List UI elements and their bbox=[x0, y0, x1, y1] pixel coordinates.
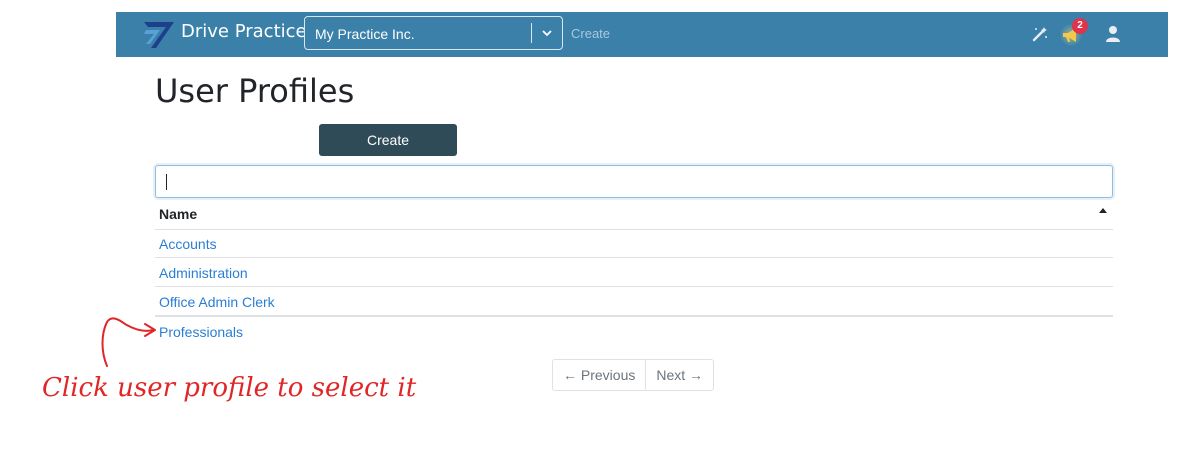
table-row[interactable]: Administration bbox=[155, 258, 1113, 287]
column-header-name[interactable]: Name bbox=[159, 206, 197, 222]
create-button[interactable]: Create bbox=[319, 124, 457, 156]
search-input[interactable] bbox=[155, 165, 1113, 198]
table-row[interactable]: Professionals bbox=[155, 316, 1113, 345]
chevron-down-icon[interactable] bbox=[541, 27, 553, 39]
pagination: ← Previous Next → bbox=[552, 359, 715, 391]
annotation-arrow-icon bbox=[101, 317, 156, 367]
top-navbar: Drive Practice My Practice Inc. Create 2 bbox=[116, 12, 1168, 57]
profile-link-accounts[interactable]: Accounts bbox=[159, 236, 217, 252]
profile-link-professionals[interactable]: Professionals bbox=[159, 324, 243, 340]
brand-name[interactable]: Drive Practice bbox=[181, 21, 307, 42]
nav-create-link[interactable]: Create bbox=[571, 26, 610, 41]
next-page-button[interactable]: Next → bbox=[646, 360, 713, 390]
table-row[interactable]: Accounts bbox=[155, 229, 1113, 258]
select-divider bbox=[531, 23, 532, 43]
magic-wand-icon[interactable] bbox=[1031, 25, 1049, 43]
annotation-note: Click user profile to select it bbox=[42, 373, 417, 403]
user-icon[interactable] bbox=[1105, 25, 1121, 43]
practice-select[interactable]: My Practice Inc. bbox=[304, 16, 563, 50]
sort-ascending-icon[interactable] bbox=[1099, 208, 1107, 213]
notification-badge: 2 bbox=[1072, 18, 1088, 34]
text-cursor bbox=[166, 174, 167, 190]
page-title: User Profiles bbox=[155, 72, 355, 110]
table-header: Name bbox=[155, 200, 1113, 230]
practice-select-value: My Practice Inc. bbox=[315, 26, 415, 42]
profile-link-office-admin-clerk[interactable]: Office Admin Clerk bbox=[159, 294, 275, 310]
notifications-button[interactable]: 2 bbox=[1058, 18, 1092, 50]
profile-link-administration[interactable]: Administration bbox=[159, 265, 248, 281]
drive-practice-logo-icon[interactable] bbox=[142, 18, 176, 50]
table-row[interactable]: Office Admin Clerk bbox=[155, 287, 1113, 316]
previous-page-button[interactable]: ← Previous bbox=[553, 360, 647, 390]
